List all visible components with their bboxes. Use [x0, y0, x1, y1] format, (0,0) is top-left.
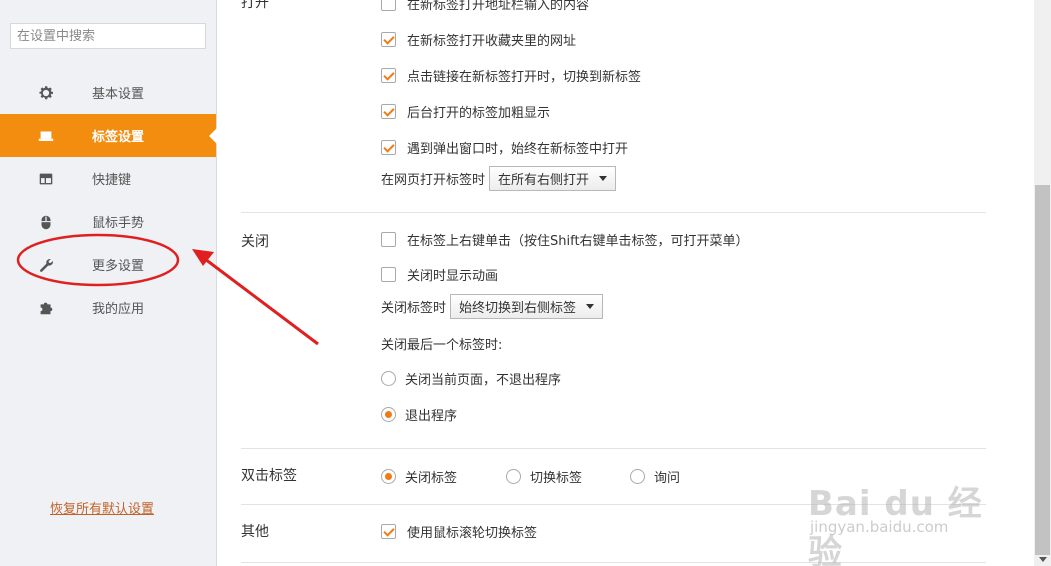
- checkbox[interactable]: [381, 140, 396, 155]
- scroll-down-arrow[interactable]: [1034, 553, 1051, 566]
- radio[interactable]: [506, 469, 521, 484]
- option-wheel-switch-tabs[interactable]: 使用鼠标滚轮切换标签: [381, 522, 537, 541]
- radio[interactable]: [381, 469, 396, 484]
- last-tab-label: 关闭最后一个标签时:: [381, 338, 503, 353]
- open-position-select[interactable]: 在所有右侧打开: [489, 166, 617, 191]
- option-right-click-close[interactable]: 在标签上右键单击（按住Shift右键单击标签，可打开菜单）: [381, 230, 749, 249]
- active-indicator: [209, 127, 217, 144]
- settings-content: 打开 在新标签打开地址栏输入的内容 在新标签打开收藏夹里的网址 点击链接在新标签…: [217, 0, 1034, 566]
- section-title-open: 打开: [241, 0, 269, 11]
- puzzle-icon: [0, 299, 92, 317]
- sidebar-item-label: 我的应用: [92, 302, 145, 317]
- section-title-close: 关闭: [241, 234, 269, 250]
- option-dblclick-close[interactable]: 关闭标签: [381, 467, 457, 486]
- close-behavior-select[interactable]: 始终切换到右侧标签: [450, 294, 604, 319]
- sidebar-item-label: 更多设置: [92, 259, 145, 274]
- section-title-double-click: 双击标签: [241, 468, 297, 484]
- radio[interactable]: [381, 407, 396, 422]
- chevron-down-icon: [599, 176, 608, 181]
- gear-icon: [0, 84, 92, 102]
- radio[interactable]: [630, 469, 645, 484]
- checkbox[interactable]: [381, 267, 396, 282]
- divider: [241, 212, 986, 213]
- divider: [241, 448, 986, 449]
- radio[interactable]: [381, 371, 396, 386]
- search-input[interactable]: [10, 23, 206, 49]
- sidebar-item-label: 标签设置: [92, 130, 145, 145]
- sidebar-item-label: 快捷键: [92, 173, 132, 188]
- option-switch-new-tab[interactable]: 点击链接在新标签打开时，切换到新标签: [381, 66, 641, 85]
- close-behavior-row: 关闭标签时 始终切换到右侧标签: [381, 294, 604, 319]
- option-dblclick-switch[interactable]: 切换标签: [506, 467, 582, 486]
- layout-icon: [0, 170, 92, 188]
- sidebar-item-tabs[interactable]: 标签设置: [0, 114, 217, 157]
- sidebar-item-label: 基本设置: [92, 87, 145, 102]
- sidebar-item-shortcuts[interactable]: 快捷键: [0, 157, 216, 200]
- option-close-page-keep-app[interactable]: 关闭当前页面，不退出程序: [381, 369, 561, 388]
- checkbox[interactable]: [381, 104, 396, 119]
- open-position-row: 在网页打开标签时 在所有右侧打开: [381, 166, 617, 191]
- option-open-address-input[interactable]: 在新标签打开地址栏输入的内容: [381, 0, 589, 13]
- sidebar-item-basic[interactable]: 基本设置: [0, 71, 216, 114]
- checkbox[interactable]: [381, 524, 396, 539]
- option-exit-app[interactable]: 退出程序: [381, 405, 457, 424]
- reset-defaults-link[interactable]: 恢复所有默认设置: [50, 498, 154, 517]
- sidebar-item-more-settings[interactable]: 更多设置: [0, 243, 216, 286]
- sidebar: 基本设置 标签设置 快捷键 鼠标手势 更多设置: [0, 0, 217, 566]
- option-open-bookmarks[interactable]: 在新标签打开收藏夹里的网址: [381, 30, 576, 49]
- settings-page: 基本设置 标签设置 快捷键 鼠标手势 更多设置: [0, 0, 1051, 566]
- chevron-down-icon: [586, 304, 595, 309]
- close-behavior-label: 关闭标签时: [381, 301, 447, 316]
- option-dblclick-ask[interactable]: 询问: [630, 467, 680, 486]
- scrollbar-thumb[interactable]: [1035, 185, 1050, 555]
- sidebar-item-my-apps[interactable]: 我的应用: [0, 286, 216, 329]
- section-title-other: 其他: [241, 524, 269, 540]
- mouse-icon: [0, 213, 92, 231]
- checkbox[interactable]: [381, 68, 396, 83]
- sidebar-item-mouse-gestures[interactable]: 鼠标手势: [0, 200, 216, 243]
- checkbox[interactable]: [381, 232, 396, 247]
- wrench-icon: [0, 256, 92, 274]
- sidebar-item-label: 鼠标手势: [92, 216, 145, 231]
- divider: [241, 562, 986, 563]
- checkbox[interactable]: [381, 0, 396, 11]
- option-bold-background-tabs[interactable]: 后台打开的标签加粗显示: [381, 102, 550, 121]
- checkbox[interactable]: [381, 32, 396, 47]
- open-position-label: 在网页打开标签时: [381, 173, 486, 188]
- option-popups-in-tab[interactable]: 遇到弹出窗口时，始终在新标签中打开: [381, 138, 628, 157]
- option-close-animation[interactable]: 关闭时显示动画: [381, 265, 498, 284]
- laptop-icon: [0, 127, 92, 145]
- divider: [241, 504, 986, 505]
